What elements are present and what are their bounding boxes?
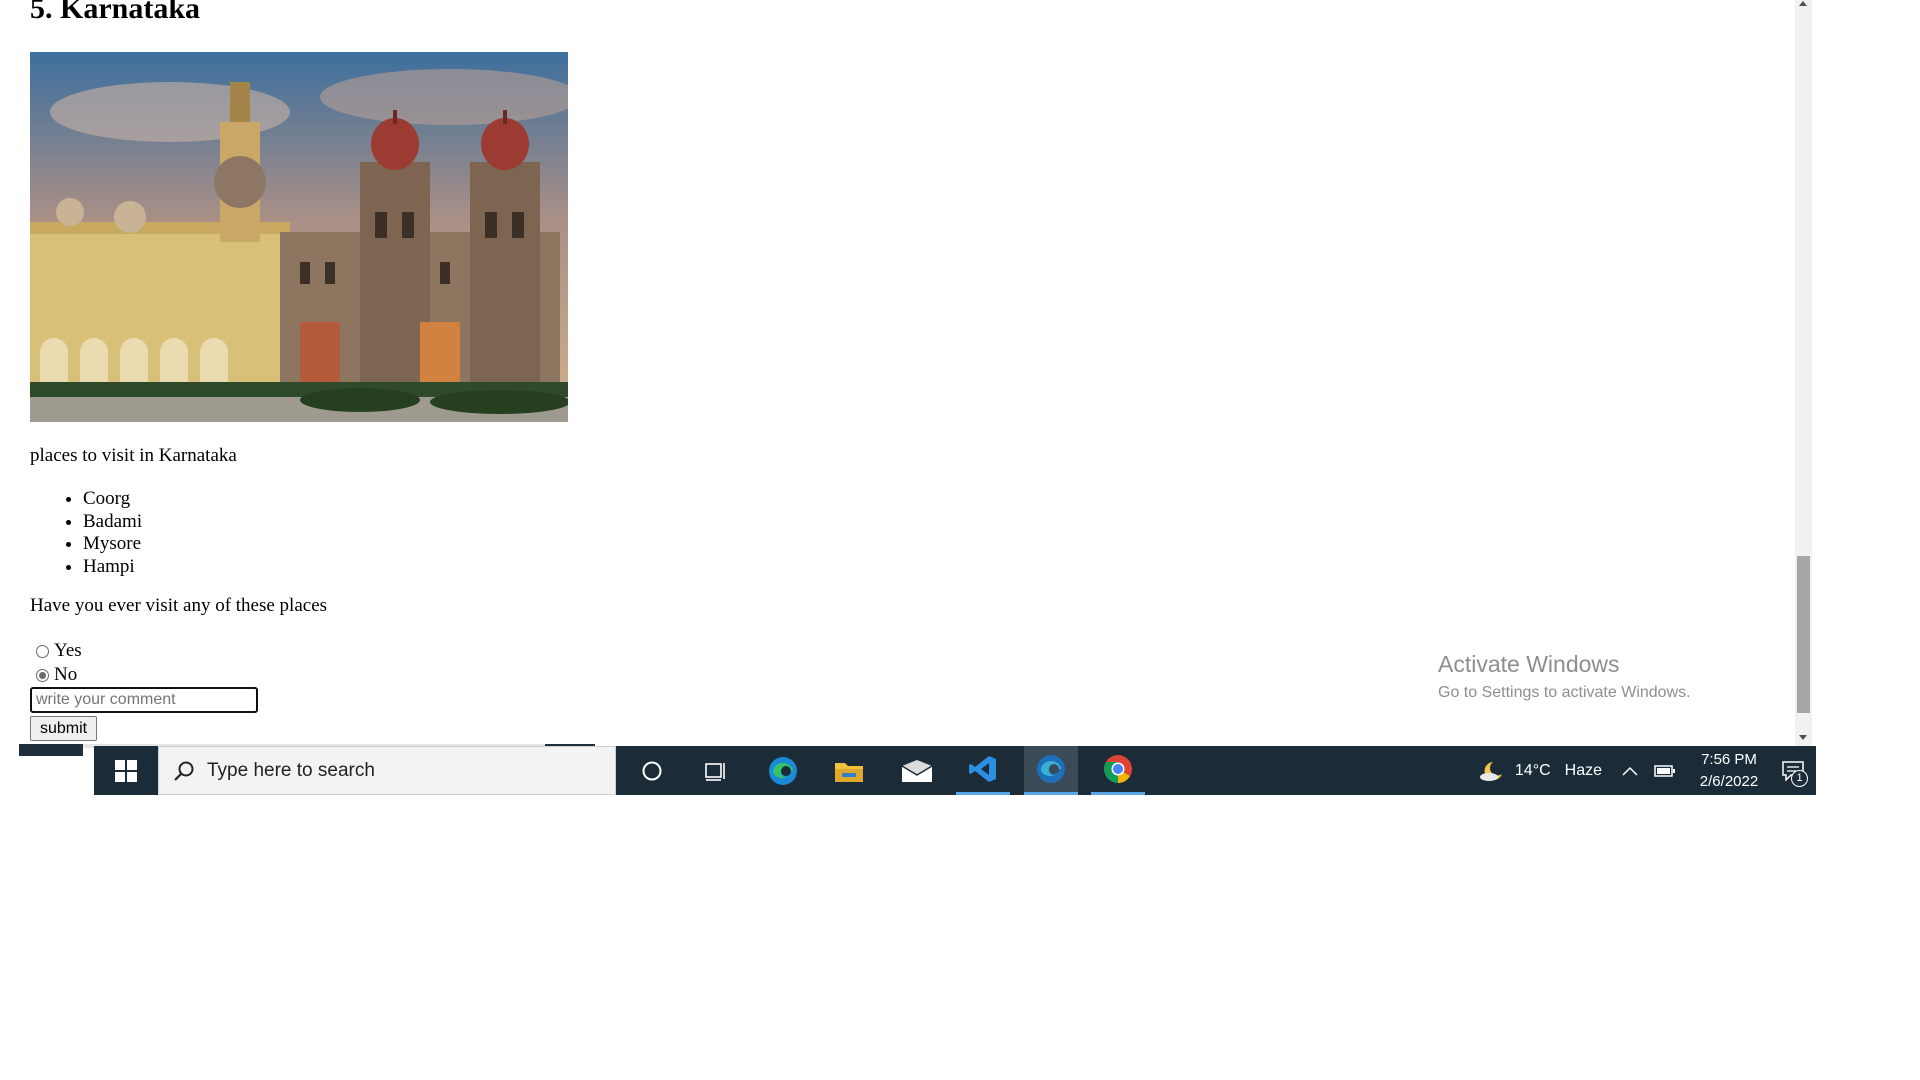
cortana-icon: [642, 761, 662, 780]
start-button[interactable]: [94, 746, 158, 795]
weather-temperature[interactable]: 14°C: [1515, 762, 1551, 780]
taskbar-clock[interactable]: 7:56 PM 2/6/2022: [1688, 749, 1770, 793]
question-text: Have you ever visit any of these places: [30, 595, 328, 616]
edge-dev-button[interactable]: [1024, 746, 1078, 795]
cortana-button[interactable]: [625, 746, 679, 795]
places-list: Coorg Badami Mysore Hampi: [30, 488, 142, 578]
weather-moon-icon[interactable]: [1479, 760, 1505, 782]
taskbar-search-box[interactable]: Type here to search: [158, 746, 616, 795]
vertical-scrollbar[interactable]: [1795, 0, 1812, 748]
search-placeholder: Type here to search: [207, 759, 375, 781]
list-item: Hampi: [83, 556, 142, 579]
windows-taskbar: Type here to search 14°C Haze 7:56 PM 2/…: [94, 746, 1816, 795]
comment-input[interactable]: [30, 687, 258, 713]
intro-text: places to visit in Karnataka: [30, 445, 237, 466]
list-item: Mysore: [83, 533, 142, 556]
battery-icon[interactable]: [1654, 764, 1676, 778]
task-view-icon: [705, 762, 725, 781]
chevron-up-icon[interactable]: [1622, 766, 1638, 776]
vscode-button[interactable]: [956, 746, 1010, 795]
chrome-icon: [1104, 755, 1132, 783]
no-radio[interactable]: [36, 668, 49, 682]
activate-windows-watermark: Activate Windows Go to Settings to activ…: [1438, 651, 1691, 702]
file-explorer-icon: [835, 762, 863, 782]
option-yes[interactable]: Yes: [36, 640, 82, 662]
vscode-icon: [969, 756, 996, 782]
notification-count-badge: 1: [1791, 770, 1808, 787]
clock-time: 7:56 PM: [1701, 750, 1757, 768]
task-view-button[interactable]: [689, 746, 743, 795]
file-explorer-button[interactable]: [822, 746, 876, 795]
weather-condition[interactable]: Haze: [1565, 762, 1602, 780]
yes-radio[interactable]: [36, 644, 49, 658]
submit-button[interactable]: submit: [30, 716, 98, 741]
chrome-button[interactable]: [1091, 746, 1145, 795]
page-heading: 5. Karnataka: [30, 0, 201, 25]
mail-icon: [901, 759, 933, 782]
window-edge-fragment: [19, 744, 83, 756]
list-item: Badami: [83, 511, 142, 534]
edge-button[interactable]: [756, 746, 810, 795]
option-no[interactable]: No: [36, 664, 77, 686]
clock-date: 2/6/2022: [1699, 772, 1759, 790]
windows-logo-icon: [115, 759, 137, 782]
palace-image: [30, 52, 568, 422]
action-center-button[interactable]: 1: [1770, 746, 1816, 795]
mail-button[interactable]: [890, 746, 944, 795]
yes-label: Yes: [54, 640, 82, 661]
scroll-down-arrow-icon[interactable]: [1799, 735, 1807, 740]
system-tray: 14°C Haze 7:56 PM 2/6/2022 1: [1479, 746, 1816, 795]
browser-viewport: 5. Karnataka places to visit in Karnatak…: [0, 0, 1812, 748]
watermark-title: Activate Windows: [1438, 651, 1620, 677]
scroll-up-arrow-icon[interactable]: [1799, 1, 1807, 6]
watermark-subtitle: Go to Settings to activate Windows.: [1438, 684, 1691, 701]
edge-dev-icon: [1037, 755, 1065, 783]
search-icon: [174, 761, 194, 781]
edge-icon: [769, 756, 797, 785]
list-item: Coorg: [83, 488, 142, 511]
no-label: No: [54, 664, 78, 685]
scrollbar-thumb[interactable]: [1797, 556, 1810, 713]
